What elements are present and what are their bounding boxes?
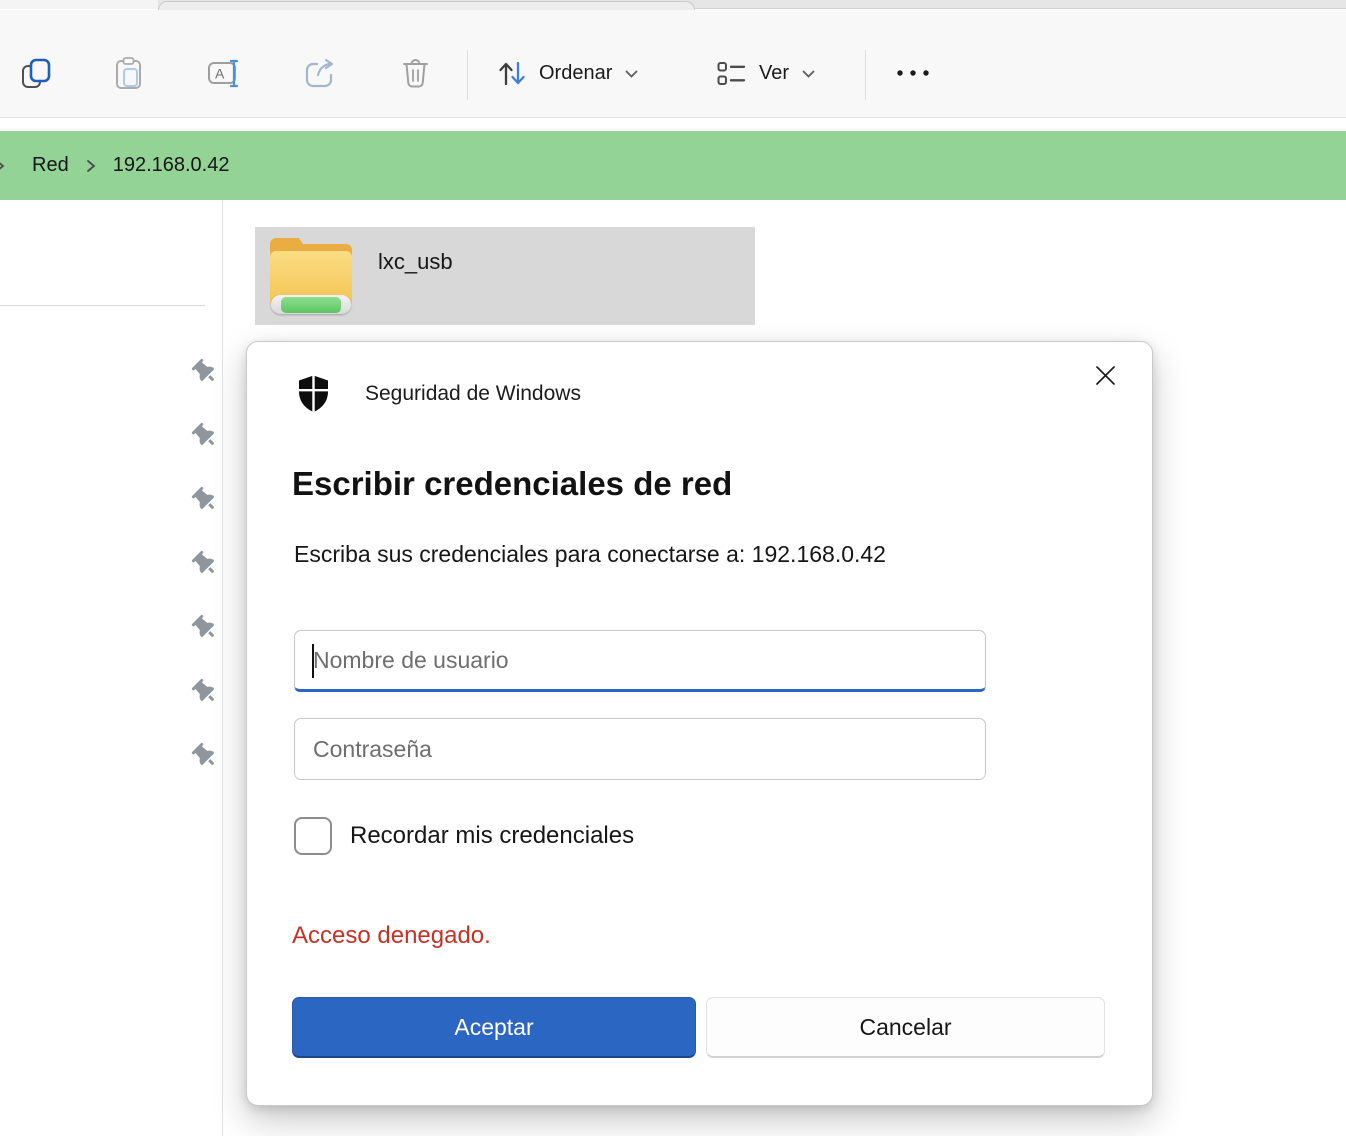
pin-icon[interactable]: [190, 420, 220, 452]
rename-button[interactable]: A: [197, 46, 251, 100]
password-field-wrapper: [294, 718, 986, 780]
close-button[interactable]: [1086, 356, 1124, 394]
active-tab-edge: [0, 0, 158, 9]
windows-security-shield-icon: [296, 374, 331, 414]
svg-text:A: A: [215, 65, 225, 81]
remember-checkbox[interactable]: [294, 817, 332, 855]
pane-divider: [222, 200, 223, 1136]
error-message: Acceso denegado.: [292, 922, 491, 950]
username-input[interactable]: [294, 630, 986, 692]
pin-icon[interactable]: [190, 356, 220, 388]
more-options-button[interactable]: [886, 46, 940, 100]
pin-icon[interactable]: [190, 612, 220, 644]
dialog-header: Seguridad de Windows: [296, 374, 581, 414]
password-input[interactable]: [294, 718, 986, 780]
share-icon: [304, 58, 337, 89]
view-icon: [716, 60, 747, 87]
sort-button[interactable]: Ordenar: [496, 46, 639, 100]
chevron-right-icon: [83, 158, 99, 174]
sort-icon: [496, 58, 527, 89]
toolbar-separator: [865, 50, 866, 100]
folder-item-lxc-usb[interactable]: lxc_usb: [255, 227, 755, 325]
delete-button[interactable]: [388, 46, 442, 100]
paste-icon: [114, 56, 144, 91]
folder-name: lxc_usb: [378, 249, 453, 275]
dialog-title: Escribir credenciales de red: [292, 465, 732, 503]
paste-button[interactable]: [102, 46, 156, 100]
share-button[interactable]: [293, 46, 347, 100]
accept-button[interactable]: Aceptar: [292, 997, 696, 1058]
usb-folder-icon: [270, 238, 352, 314]
explorer-tab[interactable]: [158, 1, 695, 10]
pin-icon[interactable]: [190, 548, 220, 580]
text-caret: [312, 644, 314, 678]
dialog-app-title: Seguridad de Windows: [365, 382, 581, 406]
credentials-dialog: Seguridad de Windows Escribir credencial…: [246, 341, 1153, 1106]
breadcrumb-root[interactable]: Red: [26, 150, 75, 181]
close-icon: [1092, 362, 1119, 389]
pin-icon[interactable]: [190, 740, 220, 772]
file-explorer-window: A: [0, 0, 1346, 1136]
breadcrumb-location[interactable]: 192.168.0.42: [107, 150, 236, 181]
toolbar-separator: [467, 50, 468, 100]
chevron-right-icon: [0, 158, 8, 174]
remember-label[interactable]: Recordar mis credenciales: [350, 822, 634, 850]
pin-icon[interactable]: [190, 676, 220, 708]
copy-icon: [20, 57, 53, 90]
pin-icon[interactable]: [190, 484, 220, 516]
sort-label: Ordenar: [539, 62, 612, 85]
chevron-down-icon: [624, 68, 639, 79]
copy-button[interactable]: [9, 46, 63, 100]
delete-icon: [401, 57, 430, 90]
pinned-items: [190, 356, 220, 804]
view-label: Ver: [759, 62, 789, 85]
username-field-wrapper: [294, 630, 986, 692]
rename-icon: A: [207, 58, 242, 89]
dialog-subtitle: Escriba sus credenciales para conectarse…: [294, 541, 886, 568]
toolbar: A: [0, 10, 1346, 118]
view-button[interactable]: Ver: [716, 46, 816, 100]
address-bar: Red 192.168.0.42: [0, 131, 1346, 200]
chevron-down-icon: [801, 68, 816, 79]
more-options-icon: [895, 68, 931, 78]
sidebar-divider: [0, 305, 205, 306]
tab-bar: [0, 0, 1346, 9]
remember-credentials-row: Recordar mis credenciales: [294, 817, 634, 855]
cancel-button[interactable]: Cancelar: [706, 997, 1105, 1058]
